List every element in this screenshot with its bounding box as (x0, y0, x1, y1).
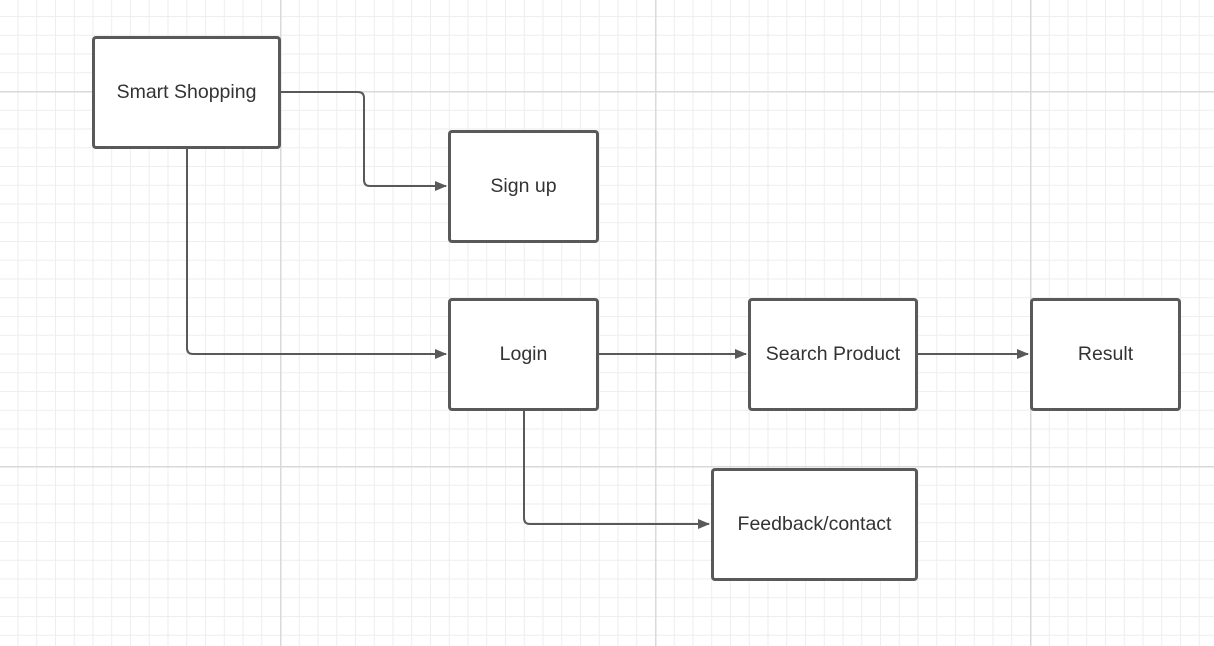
node-login[interactable]: Login (448, 298, 599, 411)
node-search-product[interactable]: Search Product (748, 298, 918, 411)
edge-smart-shopping-to-login[interactable] (186, 149, 447, 359)
node-smart-shopping-label: Smart Shopping (116, 81, 257, 103)
edge-smart-shopping-to-sign-up[interactable] (281, 91, 447, 191)
node-search-product-label: Search Product (765, 343, 901, 365)
node-smart-shopping[interactable]: Smart Shopping (92, 36, 281, 149)
node-result[interactable]: Result (1030, 298, 1181, 411)
edge-login-to-feedback-contact[interactable] (523, 411, 710, 529)
node-feedback-contact[interactable]: Feedback/contact (711, 468, 918, 581)
diagram-canvas: Smart Shopping Sign up Login Search Prod… (0, 0, 1214, 646)
node-result-label: Result (1077, 343, 1134, 365)
node-sign-up-label: Sign up (490, 175, 557, 197)
node-feedback-contact-label: Feedback/contact (737, 513, 892, 535)
node-sign-up[interactable]: Sign up (448, 130, 599, 243)
node-login-label: Login (499, 343, 548, 365)
